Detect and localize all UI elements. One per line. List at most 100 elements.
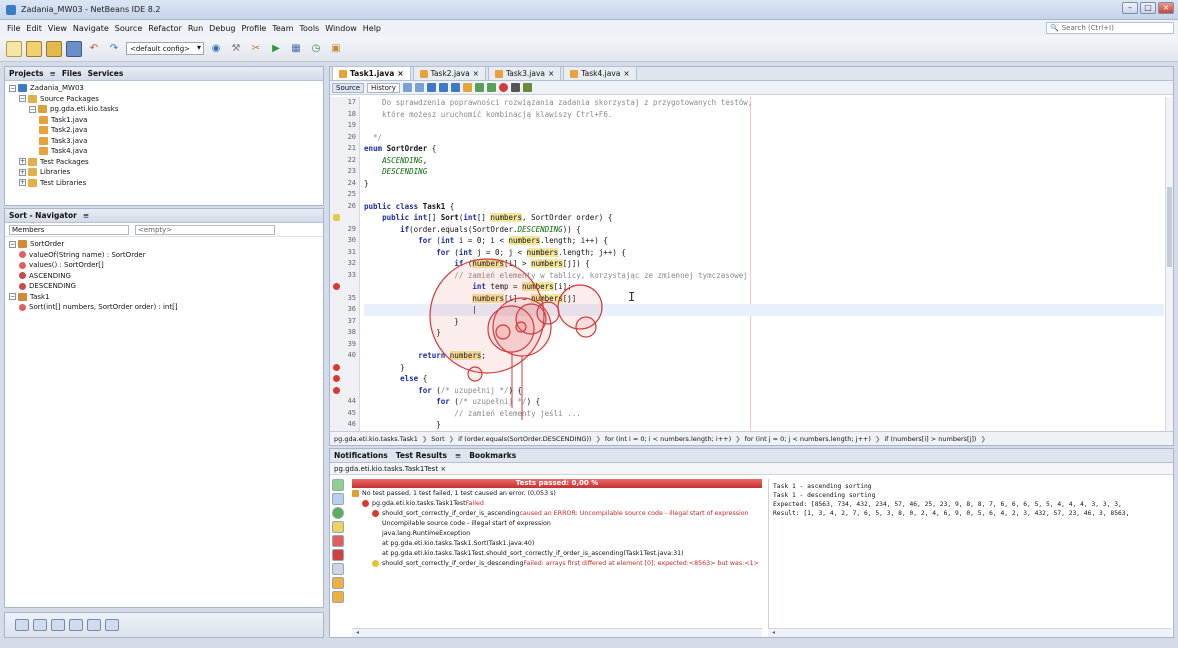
navigator-item[interactable]: ASCENDING [9, 271, 319, 282]
code-line[interactable]: ASCENDING, [364, 155, 1164, 167]
code-line[interactable]: for (int i = 0; i < numbers.length; i++)… [364, 235, 1164, 247]
services-window-icon[interactable] [51, 619, 65, 631]
line-number[interactable]: 35 [330, 293, 359, 305]
deploy-icon[interactable]: ▣ [328, 41, 344, 57]
project-tree-item[interactable]: − Source Packages [9, 94, 319, 105]
run-icon[interactable]: ▶ [268, 41, 284, 57]
breakpoint-icon[interactable] [498, 83, 508, 92]
line-number[interactable]: 21 [330, 143, 359, 155]
tab-services[interactable]: Services [88, 69, 124, 78]
menu-file[interactable]: File [4, 24, 23, 33]
code-line[interactable]: for (/* uzupełnij */) { [364, 396, 1164, 408]
navigator-item[interactable]: DESCENDING [9, 281, 319, 292]
code-line[interactable]: for (/* uzupełnij */) { [364, 385, 1164, 397]
expand-icon[interactable]: + [19, 158, 26, 166]
line-number[interactable]: 46 [330, 419, 359, 431]
maximize-button[interactable]: □ [1140, 2, 1156, 14]
code-line[interactable]: } [364, 178, 1164, 190]
line-number[interactable]: 24 [330, 178, 359, 190]
history-button[interactable]: History [367, 82, 400, 93]
line-number[interactable] [330, 362, 359, 374]
show-failed-icon[interactable] [332, 521, 344, 533]
new-project-icon[interactable] [26, 40, 42, 57]
code-line[interactable]: Do sprawdzenia poprawności rozwiązania z… [364, 97, 1164, 109]
expand-icon[interactable]: − [9, 293, 16, 301]
expand-icon[interactable]: − [29, 105, 36, 113]
code-line[interactable]: } [364, 419, 1164, 431]
navigator-item[interactable]: values() : SortOrder[] [9, 260, 319, 271]
code-line[interactable]: } [364, 362, 1164, 374]
code-line[interactable]: DESCENDING [364, 166, 1164, 178]
line-number[interactable]: 37 [330, 316, 359, 328]
line-number[interactable]: 17 [330, 97, 359, 109]
line-number[interactable] [330, 281, 359, 293]
tab-task3[interactable]: Task3.java × [487, 66, 562, 80]
test-result-row[interactable]: Uncompilable source code - illegal start… [352, 518, 762, 528]
menu-view[interactable]: View [45, 24, 70, 33]
next-bookmark-icon[interactable] [486, 83, 496, 92]
line-number[interactable]: 40 [330, 350, 359, 362]
navigator-item[interactable]: − Task1 [9, 292, 319, 303]
tab-bookmarks[interactable]: Bookmarks [469, 451, 516, 460]
menu-debug[interactable]: Debug [206, 24, 238, 33]
editor-scrollbar[interactable] [1165, 97, 1173, 431]
project-tree-item[interactable]: + Test Libraries [9, 178, 319, 189]
menu-run[interactable]: Run [185, 24, 206, 33]
rerun-icon[interactable] [332, 479, 344, 491]
line-number[interactable]: 44 [330, 396, 359, 408]
line-number[interactable]: 25 [330, 189, 359, 201]
rerun-failed-icon[interactable] [332, 493, 344, 505]
error-icon[interactable] [333, 363, 340, 371]
build-icon[interactable]: ⚒ [228, 41, 244, 57]
code-lines[interactable]: Do sprawdzenia poprawności rozwiązania z… [364, 97, 1164, 431]
code-line[interactable]: | [364, 304, 1164, 316]
menu-profile[interactable]: Profile [238, 24, 269, 33]
show-skipped-icon[interactable] [332, 563, 344, 575]
code-line[interactable]: numbers[i] = numbers[j] [364, 293, 1164, 305]
test-result-row[interactable]: should_sort_correctly_if_order_is_ascend… [352, 508, 762, 518]
show-errors-icon[interactable] [332, 535, 344, 547]
code-line[interactable] [364, 120, 1164, 132]
redo-icon[interactable]: ↷ [106, 41, 122, 57]
expand-icon[interactable]: − [19, 95, 26, 103]
test-result-row[interactable]: should_sort_correctly_if_order_is_descen… [352, 558, 762, 568]
menu-team[interactable]: Team [269, 24, 296, 33]
code-line[interactable]: if (numbers[i] > numbers[j]) { [364, 258, 1164, 270]
line-number[interactable]: 31 [330, 247, 359, 259]
menu-window[interactable]: Window [322, 24, 360, 33]
line-number[interactable]: 32 [330, 258, 359, 270]
test-result-row[interactable]: java.lang.RuntimeException [352, 528, 762, 538]
project-tree-item[interactable]: + Libraries [9, 167, 319, 178]
expand-icon[interactable]: − [9, 84, 16, 92]
code-line[interactable]: public class Task1 { [364, 201, 1164, 213]
project-tree-item[interactable]: − Zadania_MW03 [9, 83, 319, 94]
breadcrumb-item[interactable]: for (int j = 0; j < numbers.length; j++) [745, 435, 871, 443]
expand-icon[interactable]: − [9, 240, 16, 248]
properties-window-icon[interactable] [87, 619, 101, 631]
line-number[interactable]: 23 [330, 166, 359, 178]
back-icon[interactable] [402, 83, 412, 92]
code-line[interactable]: else { [364, 373, 1164, 385]
tab-task2[interactable]: Task2.java × [412, 66, 486, 80]
close-button[interactable]: × [1158, 2, 1174, 14]
line-number[interactable]: 38 [330, 327, 359, 339]
code-line[interactable]: */ [364, 132, 1164, 144]
line-number[interactable]: 18 [330, 109, 359, 121]
config-select[interactable]: <default config> [126, 42, 204, 55]
line-number[interactable]: 45 [330, 408, 359, 420]
test-result-row[interactable]: at pg.gda.eti.kio.tasks.Task1.Sort(Task1… [352, 538, 762, 548]
code-line[interactable] [364, 339, 1164, 351]
prev-failure-icon[interactable] [332, 577, 344, 589]
line-number[interactable]: 33 [330, 270, 359, 282]
line-number[interactable] [330, 385, 359, 397]
member-filter[interactable]: <empty> [135, 224, 275, 235]
line-number[interactable]: 26 [330, 201, 359, 213]
tab-projects[interactable]: Projects [9, 69, 44, 78]
find-icon[interactable] [426, 83, 436, 92]
profile-icon[interactable]: ◷ [308, 41, 324, 57]
line-number[interactable] [330, 212, 359, 224]
hint-bulb-icon[interactable] [333, 214, 340, 221]
line-number[interactable]: 29 [330, 224, 359, 236]
project-tree-item[interactable]: − pg.gda.eti.kio.tasks [9, 104, 319, 115]
show-aborted-icon[interactable] [332, 549, 344, 561]
